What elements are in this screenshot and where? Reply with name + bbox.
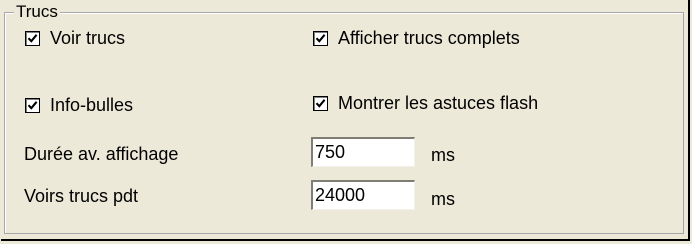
voir-trucs-label: Voir trucs xyxy=(50,27,126,48)
duree-input[interactable] xyxy=(311,137,415,167)
afficher-complets-checkbox[interactable] xyxy=(313,30,328,46)
info-bulles-label: Info-bulles xyxy=(50,94,134,115)
group-title: Trucs xyxy=(14,1,60,23)
checkmark-icon xyxy=(27,33,38,43)
checkmark-icon xyxy=(27,100,38,110)
voirs-trucs-label: Voirs trucs pdt xyxy=(24,186,139,206)
afficher-complets-label: Afficher trucs complets xyxy=(338,27,520,48)
settings-panel: Trucs Voir trucs Afficher trucs complets… xyxy=(1,0,690,241)
voirs-trucs-input[interactable] xyxy=(311,180,415,210)
checkmark-icon xyxy=(315,33,326,43)
astuces-flash-checkbox[interactable] xyxy=(313,95,328,111)
duree-label: Durée av. affichage xyxy=(24,144,179,164)
voirs-trucs-unit: ms xyxy=(431,189,455,209)
checkmark-icon xyxy=(315,98,326,108)
duree-unit: ms xyxy=(431,145,455,165)
astuces-flash-checkbox-row[interactable]: Montrer les astuces flash xyxy=(313,91,538,115)
voir-trucs-checkbox-row[interactable]: Voir trucs xyxy=(25,26,125,50)
info-bulles-checkbox-row[interactable]: Info-bulles xyxy=(25,93,133,117)
info-bulles-checkbox[interactable] xyxy=(25,97,40,113)
afficher-complets-checkbox-row[interactable]: Afficher trucs complets xyxy=(313,26,520,50)
voir-trucs-checkbox[interactable] xyxy=(25,30,40,46)
astuces-flash-label: Montrer les astuces flash xyxy=(338,92,539,113)
